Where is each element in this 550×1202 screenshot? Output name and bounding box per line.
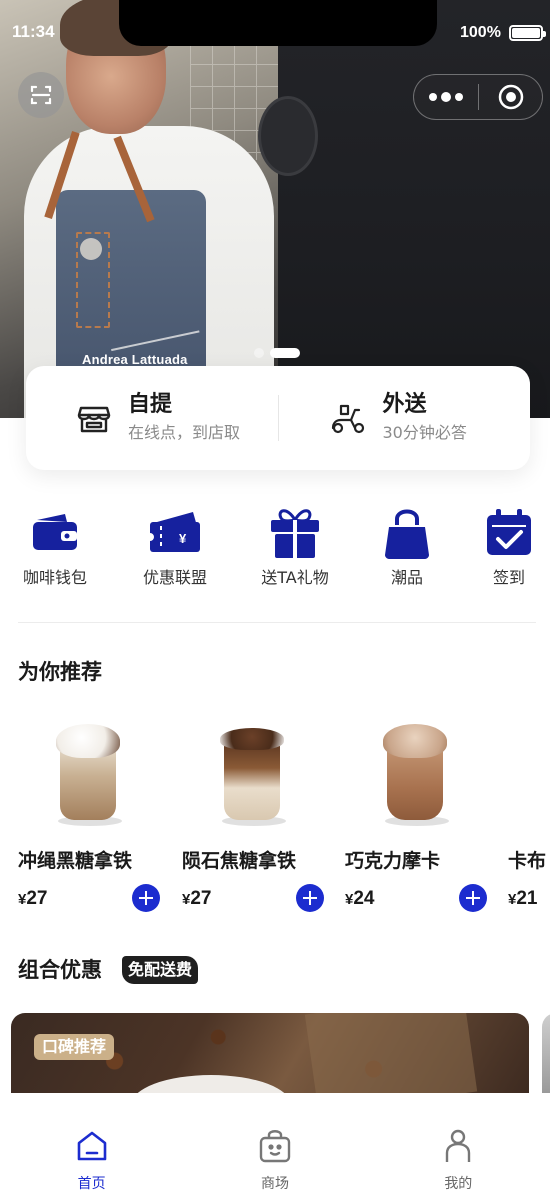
product-name: 卡布	[508, 850, 547, 872]
quick-label: 优惠联盟	[142, 568, 207, 587]
tab-bar: 首页 商场 我的	[0, 1093, 550, 1202]
more-dots-icon	[429, 92, 463, 102]
product-price: ¥21	[508, 888, 538, 909]
status-time: 11:34	[12, 22, 55, 41]
scan-icon	[30, 85, 52, 105]
tab-home[interactable]: 首页	[0, 1093, 183, 1202]
scan-button[interactable]	[18, 72, 64, 118]
coupon-icon: ¥	[147, 512, 200, 552]
product-card[interactable]: 巧克力摩卡 ¥24	[345, 710, 495, 920]
burlap-texture	[304, 1013, 478, 1093]
svg-text:¥: ¥	[179, 531, 187, 546]
carousel-dot-active[interactable]	[270, 348, 300, 358]
quick-label: 送TA礼物	[261, 568, 329, 587]
product-price: ¥27	[182, 888, 212, 909]
battery-percent: 100%	[460, 24, 501, 41]
calendar-check-icon	[487, 509, 531, 555]
hero-photo-right	[278, 0, 550, 418]
quick-label: 潮品	[390, 568, 423, 587]
product-name: 陨石焦糖拿铁	[182, 850, 297, 872]
product-card[interactable]: 冲绳黑糖拿铁 ¥27	[18, 710, 168, 920]
gift-icon	[271, 509, 319, 558]
carousel-dot[interactable]	[254, 348, 264, 358]
product-card[interactable]: 卡布 ¥21	[508, 710, 550, 920]
quick-menu: 咖啡钱包 ¥ 优惠联盟 送TA礼物 潮品 签到	[0, 504, 550, 600]
coffee-plate	[131, 1075, 291, 1093]
shopping-bag-icon	[259, 1130, 291, 1163]
quick-item-coupon[interactable]: ¥ 优惠联盟	[120, 504, 230, 590]
quick-item-checkin[interactable]: 签到	[454, 504, 550, 590]
combo-card-tag: 口碑推荐	[34, 1034, 115, 1060]
section-divider	[18, 622, 536, 623]
close-mini-program-button[interactable]	[479, 75, 542, 119]
product-price: ¥27	[18, 888, 48, 909]
quick-label: 咖啡钱包	[22, 568, 87, 587]
free-delivery-badge: 免配送费	[122, 956, 199, 984]
combo-title: 组合优惠	[18, 958, 102, 982]
profile-icon	[446, 1129, 471, 1162]
pickup-option[interactable]: 自提 在线点，到店取	[26, 366, 278, 470]
product-card[interactable]: 陨石焦糖拿铁 ¥27	[182, 710, 332, 920]
pickup-title: 自提	[128, 392, 173, 417]
product-name: 冲绳黑糖拿铁	[18, 850, 133, 872]
add-to-cart-button[interactable]	[459, 884, 487, 912]
add-to-cart-button[interactable]	[296, 884, 324, 912]
tab-label: 商场	[260, 1176, 289, 1192]
mini-program-capsule	[413, 74, 543, 120]
wallet-icon	[33, 514, 77, 550]
home-icon	[77, 1131, 106, 1161]
storefront-icon	[77, 406, 111, 433]
apron-logo	[80, 238, 102, 260]
recommend-list[interactable]: 冲绳黑糖拿铁 ¥27 陨石焦糖拿铁 ¥27 巧克力摩卡 ¥24 卡布 ¥21	[18, 710, 550, 920]
tab-label: 首页	[77, 1176, 106, 1192]
quick-item-gift[interactable]: 送TA礼物	[240, 504, 350, 590]
tab-label: 我的	[444, 1176, 473, 1192]
recommend-title: 为你推荐	[18, 660, 102, 684]
product-name: 巧克力摩卡	[345, 850, 441, 872]
next-combo-card[interactable]	[542, 1013, 550, 1093]
quick-item-merch[interactable]: 潮品	[352, 504, 462, 590]
tab-mall[interactable]: 商场	[183, 1093, 366, 1202]
device-notch	[119, 0, 437, 46]
scooter-icon	[331, 404, 364, 434]
hero-banner[interactable]: Andrea Lattuada	[0, 0, 550, 418]
delivery-subtitle: 30分钟必答	[382, 423, 467, 442]
quick-item-wallet[interactable]: 咖啡钱包	[0, 504, 110, 590]
bag-icon	[385, 509, 429, 559]
hero-caption: Andrea Lattuada	[82, 352, 188, 367]
delivery-title: 外送	[382, 392, 427, 417]
quick-label: 签到	[492, 568, 525, 587]
carousel-indicator	[254, 348, 300, 358]
product-image	[48, 718, 128, 830]
order-mode-card: 自提 在线点，到店取 外送 30分钟必答	[26, 366, 530, 470]
target-close-icon	[498, 84, 523, 110]
pickup-subtitle: 在线点，到店取	[128, 423, 241, 442]
delivery-option[interactable]: 外送 30分钟必答	[279, 366, 531, 470]
more-button[interactable]	[414, 75, 478, 119]
add-to-cart-button[interactable]	[132, 884, 160, 912]
product-image	[212, 718, 292, 830]
tab-me[interactable]: 我的	[367, 1093, 550, 1202]
wall-clock	[258, 96, 318, 176]
product-image	[375, 718, 455, 830]
battery-icon	[509, 25, 546, 41]
product-price: ¥24	[345, 888, 375, 909]
